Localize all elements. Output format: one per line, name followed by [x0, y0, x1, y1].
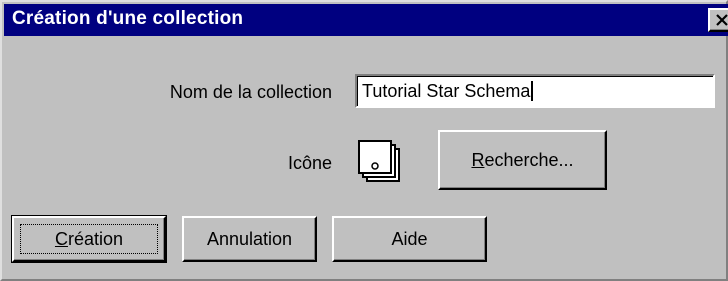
- text-caret: [531, 81, 534, 101]
- collection-name-input[interactable]: Tutorial Star Schema: [355, 74, 715, 108]
- help-button[interactable]: Aide: [332, 216, 487, 262]
- create-label: réation: [67, 229, 124, 249]
- collection-stack-icon: [356, 140, 404, 188]
- dialog-window: Création d'une collection Nom de la coll…: [0, 0, 728, 281]
- search-button[interactable]: Recherche...: [438, 130, 607, 190]
- close-button[interactable]: [708, 8, 728, 32]
- collection-name-label: Nom de la collection: [169, 82, 332, 102]
- dialog-title: Création d'une collection: [12, 8, 244, 29]
- search-label: echerche...: [484, 150, 574, 170]
- cancel-label: Annulation: [206, 229, 293, 249]
- search-mnemonic: R: [471, 150, 485, 170]
- collection-name-value: Tutorial Star Schema: [362, 81, 531, 101]
- cancel-button[interactable]: Annulation: [182, 216, 317, 262]
- help-label: Aide: [391, 229, 428, 249]
- close-icon: [716, 14, 728, 26]
- title-bar[interactable]: Création d'une collection: [4, 4, 728, 36]
- create-button[interactable]: Création: [11, 215, 167, 263]
- icon-label: Icône: [287, 153, 332, 173]
- create-mnemonic: C: [54, 229, 68, 249]
